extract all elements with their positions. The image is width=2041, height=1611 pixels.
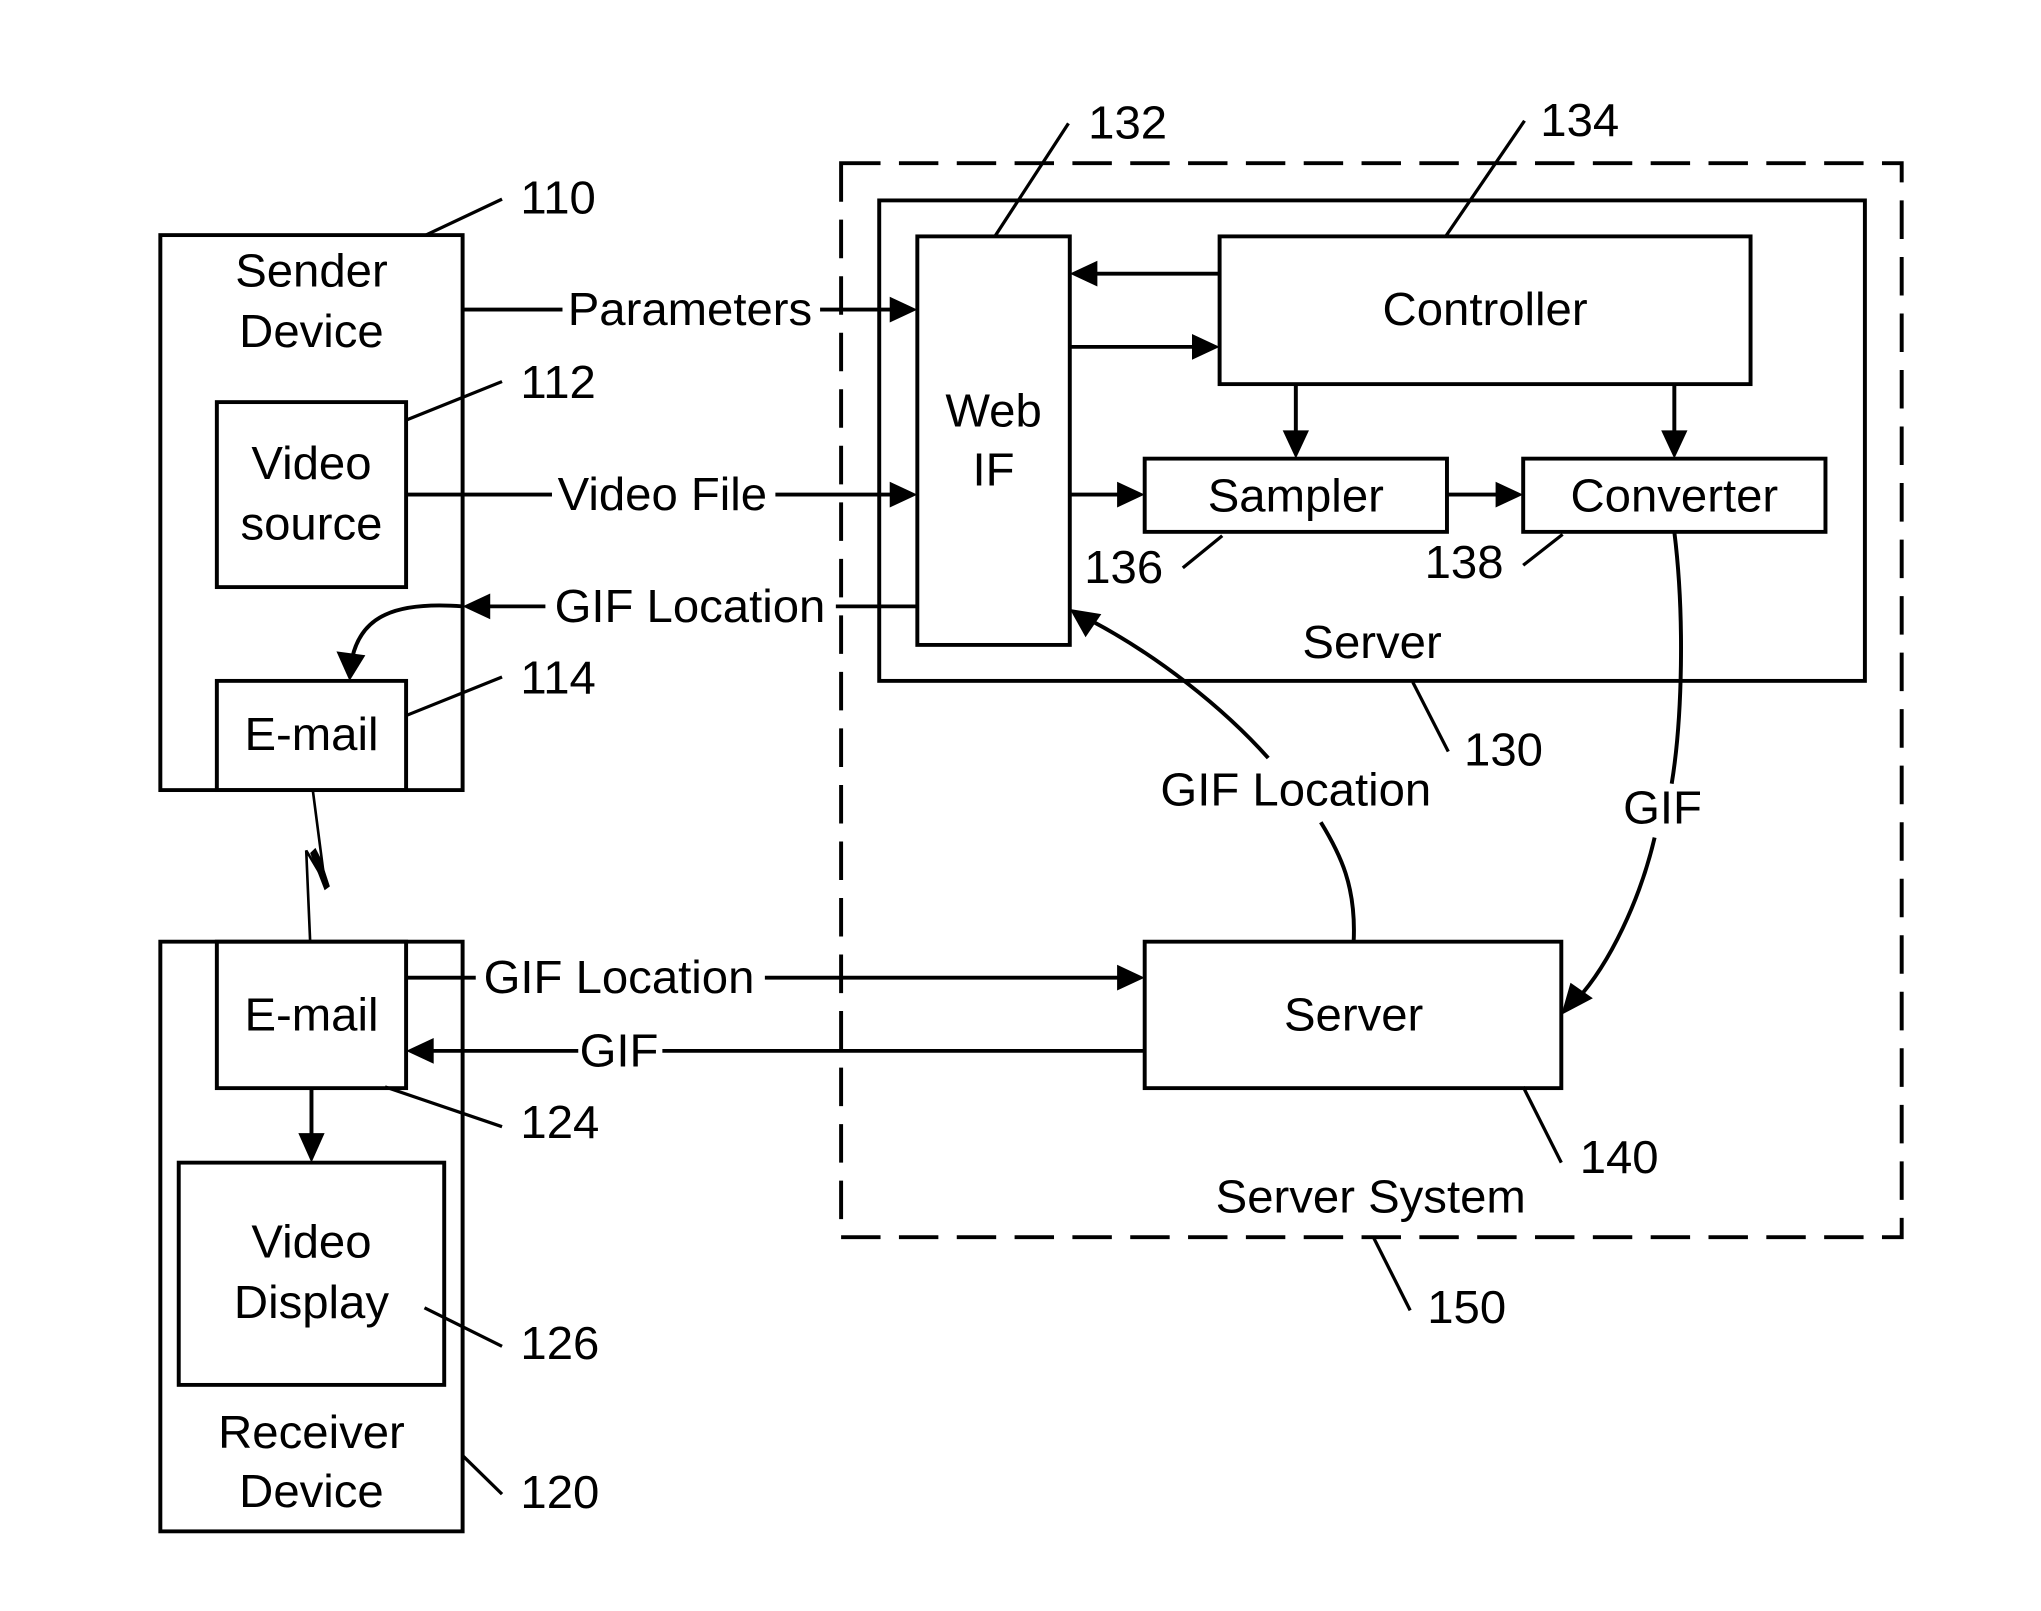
- ref-124-leader: [384, 1085, 503, 1129]
- arrowhead-gif-receiver: [406, 1038, 434, 1064]
- block-diagram: Server System 150 Server 130 Web IF 132 …: [158, 95, 1904, 1534]
- converter-label: Converter: [1570, 470, 1778, 521]
- server-system-boundary: [839, 161, 1904, 1240]
- video-source-box: [214, 400, 409, 590]
- flow-gif-location-webif-label: GIF Location: [1160, 764, 1431, 815]
- arrowhead-sampler-to-converter: [1495, 481, 1524, 508]
- video-display-label-line2: Display: [234, 1277, 390, 1328]
- web-if-label-line1: Web: [945, 385, 1041, 436]
- ref-112-leader: [405, 380, 503, 422]
- ref-150-leader: [1371, 1236, 1412, 1312]
- arrowhead-controller-to-converter: [1661, 430, 1688, 459]
- ref-140: 140: [1580, 1131, 1659, 1182]
- ref-120: 120: [520, 1467, 599, 1518]
- server-system-label: Server System: [1216, 1171, 1526, 1222]
- flow-gif-location-server-label: GIF Location: [484, 952, 755, 1003]
- web-if-box: [915, 234, 1072, 647]
- ref-134: 134: [1540, 95, 1619, 146]
- receiver-device-label-line1: Receiver: [218, 1406, 405, 1457]
- ref-130-leader: [1411, 681, 1450, 753]
- flow-gif-receiver-label: GIF: [580, 1025, 659, 1076]
- arrowhead-gif-location-server: [1117, 964, 1145, 991]
- curve-gif-location-to-webif: [1319, 821, 1356, 942]
- sender-device-label-line1: Sender: [235, 245, 388, 296]
- video-display-box: [176, 1160, 447, 1387]
- ref-130: 130: [1464, 724, 1543, 775]
- flow-gif-converter-label: GIF: [1623, 782, 1702, 833]
- arrowhead-controller-to-sampler: [1282, 430, 1309, 459]
- ref-136: 136: [1084, 542, 1163, 593]
- arrowhead-video-file: [889, 481, 918, 508]
- web-if-label-line2: IF: [973, 444, 1015, 495]
- arrowhead-gif-location-sender: [462, 593, 491, 620]
- ref-126: 126: [520, 1318, 599, 1369]
- ref-132: 132: [1088, 97, 1167, 148]
- receiver-email-label: E-mail: [244, 989, 378, 1040]
- video-source-label-line1: Video: [251, 438, 371, 489]
- curve-gif-converter-upper: [1669, 531, 1683, 784]
- sender-email-label: E-mail: [244, 709, 378, 760]
- sampler-label: Sampler: [1208, 470, 1384, 521]
- controller-label: Controller: [1383, 284, 1588, 335]
- ref-132-leader: [993, 122, 1070, 238]
- ref-136-leader: [1181, 534, 1224, 570]
- flow-gif-location-sender-label: GIF Location: [555, 580, 826, 631]
- ref-114: 114: [520, 652, 595, 703]
- arrowhead-controller-to-webif: [1069, 260, 1098, 287]
- ref-138-leader: [1522, 533, 1564, 567]
- arrowhead-parameters: [889, 296, 918, 323]
- arrowhead-webif-to-sampler: [1117, 481, 1145, 508]
- arrowhead-webif-to-controller: [1192, 334, 1220, 360]
- flow-parameters-label: Parameters: [568, 284, 812, 335]
- ref-150: 150: [1427, 1282, 1506, 1333]
- ref-114-leader: [405, 675, 503, 718]
- ref-124: 124: [520, 1097, 599, 1148]
- arrowhead-email-to-display: [298, 1133, 325, 1163]
- ref-140-leader: [1521, 1086, 1563, 1164]
- receiver-device-label-line2: Device: [239, 1465, 384, 1516]
- server-130-label: Server: [1302, 616, 1441, 667]
- ref-110-leader: [425, 197, 503, 237]
- flow-video-file-label: Video File: [558, 469, 767, 520]
- sender-device-label-line2: Device: [239, 305, 384, 356]
- curve-gif-location-to-webif-upper: [1089, 618, 1270, 760]
- ref-112: 112: [520, 357, 595, 408]
- video-source-label-line2: source: [240, 498, 382, 549]
- server-130-box: [877, 198, 1867, 683]
- curve-to-sender-email: [350, 603, 463, 659]
- ref-138: 138: [1425, 537, 1504, 588]
- ref-120-leader: [461, 1454, 504, 1496]
- server-140-label: Server: [1284, 989, 1423, 1040]
- video-display-label-line1: Video: [251, 1216, 371, 1267]
- ref-110: 110: [520, 172, 595, 223]
- arrowhead-to-sender-email: [336, 651, 366, 681]
- curve-gif-converter-lower: [1575, 837, 1657, 1001]
- ref-134-leader: [1444, 119, 1526, 238]
